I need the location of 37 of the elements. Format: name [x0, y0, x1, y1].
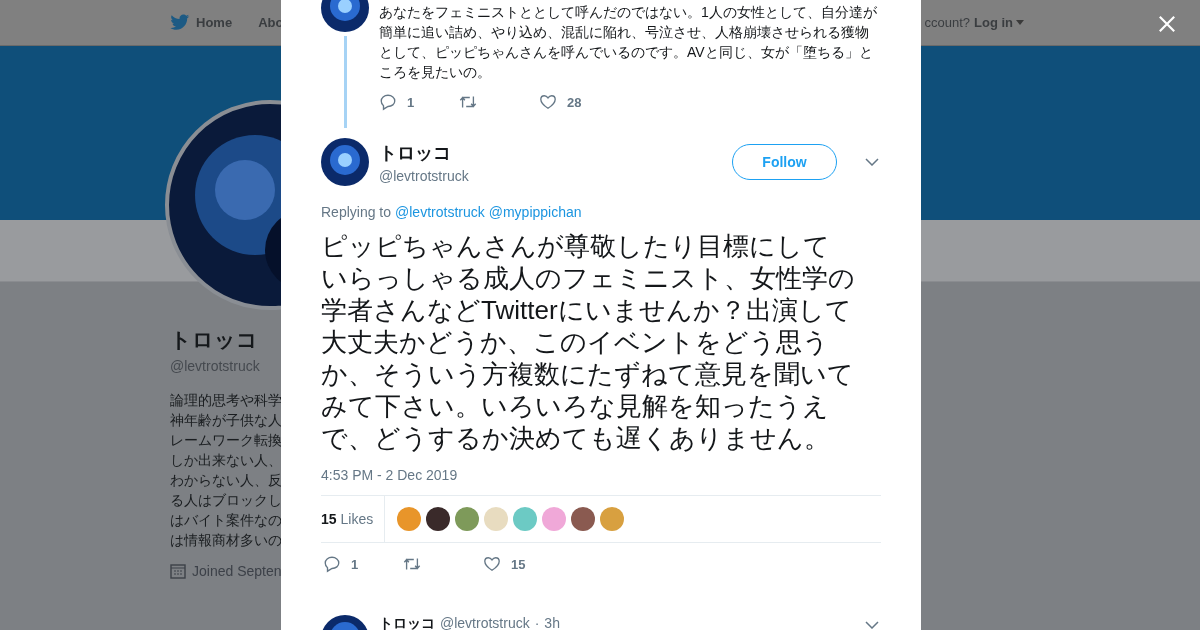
caret-icon — [1016, 20, 1024, 25]
tweet-text: あなたをフェミニストととして呼んだのではない。1人の女性として、自分達が 簡単に追い詰め、やり込め、混乱に陥れ、号泣させ、人格崩壊させられる獲物 として、ピッピちゃんさんを呼んでいるのです。AVと同じ、女が「堕ちる」と ころを見たいの。 — [379, 3, 878, 82]
profile-handle: @levtrotstruck — [170, 358, 260, 374]
mention-link[interactable]: @mypippichan — [488, 204, 582, 220]
account-prompt: ccount? — [924, 15, 970, 30]
close-icon[interactable] — [1158, 15, 1176, 33]
separator-dot: · — [534, 615, 540, 630]
tweet-age[interactable]: 3h — [544, 615, 560, 630]
user-name[interactable]: トロッコ — [379, 140, 722, 165]
tweet-timestamp[interactable]: 4:53 PM - 2 Dec 2019 — [321, 467, 881, 483]
chevron-icon[interactable] — [865, 158, 879, 166]
reply-button[interactable]: 1 — [323, 555, 403, 573]
user-name[interactable]: トロッコ — [379, 615, 435, 630]
joined-date: Joined Septen — [192, 563, 282, 579]
liker-avatar[interactable] — [426, 507, 451, 531]
follow-button[interactable]: Follow — [732, 144, 837, 180]
profile-name: トロッコ — [170, 327, 258, 353]
tweet-text: ピッピちゃんさんが尊敬したり目標にして いらっしゃる成人のフェミニスト、女性学の 学者さんなどTwitterにいませんか？出演して 大丈夫かどうか、このイベントをどう思う か、そういう方複数にたずねて意見を聞いて みて下さい。いろいろな見解を知ったうえ で、どうするか決めても遅くありません。 — [321, 230, 856, 454]
mention-link[interactable]: @levtrotstruck — [395, 204, 485, 220]
user-handle[interactable]: @levtrotstruck — [440, 615, 530, 630]
login-link[interactable]: Log in — [974, 15, 1024, 30]
avatar[interactable] — [321, 138, 369, 186]
bird-icon — [170, 14, 190, 31]
heart-icon — [539, 93, 557, 111]
user-handle[interactable]: @levtrotstruck — [379, 167, 722, 184]
speech-bubble-icon — [379, 93, 397, 111]
reply-button[interactable]: 1 — [379, 93, 459, 111]
like-button[interactable]: 15 — [483, 555, 563, 573]
nav-link[interactable]: Home — [170, 14, 233, 31]
heart-icon — [483, 555, 501, 573]
speech-bubble-icon — [323, 555, 341, 573]
like-button[interactable]: 28 — [539, 93, 619, 111]
replying-label: Replying to — [321, 204, 392, 220]
calendar-icon — [170, 563, 186, 579]
likes-count[interactable]: 15 Likes — [321, 496, 386, 542]
profile-bio: 論理的思考や科学 神年齢が子供な人 レームワーク転換 しか出来ない人、 わからない人、反 る人はブロックし はバイト案件なの は情報商材多いの — [170, 391, 282, 550]
chevron-icon[interactable] — [865, 621, 879, 629]
